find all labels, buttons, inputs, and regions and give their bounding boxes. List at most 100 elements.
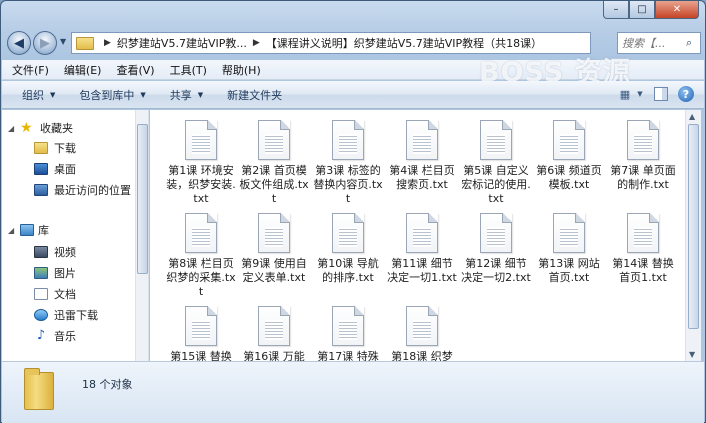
text-file-icon <box>480 213 512 253</box>
text-file-icon <box>332 120 364 160</box>
search-icon[interactable]: ⌕ <box>686 36 692 50</box>
file-item[interactable]: 第6课 频道页模板.txt <box>533 120 605 192</box>
text-lines <box>560 227 578 247</box>
file-name: 第18课 织梦的筛选... <box>391 350 453 361</box>
expand-caret-icon[interactable]: ◢ <box>8 124 20 133</box>
organize-button[interactable]: 组织 ▼ <box>22 87 55 103</box>
new-folder-button[interactable]: 新建文件夹 <box>227 87 282 103</box>
file-item[interactable]: 第5课 自定义宏标记的使用.txt <box>460 120 532 206</box>
scrollbar-thumb[interactable] <box>688 124 699 329</box>
nav-item-recent-places[interactable]: 最近访问的位置 <box>34 182 131 198</box>
thunder-download-icon <box>34 309 48 321</box>
breadcrumb-separator-icon[interactable]: ▶ <box>253 38 260 48</box>
navigation-row: ◀ ▶ ▼ ▶ 织梦建站V5.7建站VIP教... ▶ 【课程讲义说明】织梦建站… <box>7 30 701 56</box>
back-button[interactable]: ◀ <box>7 31 31 55</box>
file-name: 第6课 频道页模板.txt <box>536 164 602 191</box>
breadcrumb-separator-icon[interactable]: ▶ <box>104 38 111 48</box>
file-item[interactable]: 第4课 栏目页搜索页.txt <box>386 120 458 192</box>
nav-item-pictures[interactable]: 图片 <box>34 265 76 281</box>
nav-item-videos[interactable]: 视频 <box>34 244 76 260</box>
scroll-up-arrow-icon[interactable]: ▲ <box>689 112 695 121</box>
breadcrumb-item[interactable]: 织梦建站V5.7建站VIP教... <box>117 35 247 51</box>
file-name: 第5课 自定义宏标记的使用.txt <box>461 164 531 205</box>
file-name: 第11课 细节决定一切1.txt <box>387 257 457 284</box>
file-name: 第4课 栏目页搜索页.txt <box>389 164 455 191</box>
file-name: 第15课 替换首页2.t... <box>170 350 232 361</box>
folder-icon <box>24 368 54 410</box>
nav-item-label: 桌面 <box>54 163 76 176</box>
file-item[interactable]: 第7课 单页面的制作.txt <box>607 120 679 192</box>
file-item[interactable]: 第11课 细节决定一切1.txt <box>386 213 458 285</box>
search-input[interactable] <box>622 36 684 50</box>
file-item[interactable]: 第9课 使用自定义表单.txt <box>238 213 310 285</box>
folder-icon <box>76 36 94 50</box>
file-item[interactable]: 第17课 特殊页面的制... <box>312 306 384 361</box>
file-list-scrollbar[interactable]: ▲ ▼ <box>685 110 701 361</box>
nav-item-desktop[interactable]: 桌面 <box>34 161 76 177</box>
library-icon <box>20 224 34 236</box>
expand-caret-icon[interactable]: ◢ <box>8 226 20 235</box>
file-item[interactable]: 第13课 网站首页.txt <box>533 213 605 285</box>
nav-item-thunder-downloads[interactable]: 迅雷下载 <box>34 307 98 323</box>
file-item[interactable]: 第8课 栏目页织梦的采集.txt <box>165 213 237 299</box>
file-item[interactable]: 第3课 标签的替换内容页.txt <box>312 120 384 206</box>
include-in-library-button[interactable]: 包含到库中 ▼ <box>79 87 145 103</box>
menu-edit[interactable]: 编辑(E) <box>64 62 102 78</box>
help-icon[interactable]: ? <box>678 86 694 102</box>
pictures-library-icon <box>34 267 48 279</box>
minimize-button[interactable]: – <box>603 1 629 19</box>
text-lines <box>192 134 210 154</box>
menu-view[interactable]: 查看(V) <box>116 62 154 78</box>
recent-pages-dropdown-icon[interactable]: ▼ <box>60 37 66 46</box>
forward-button[interactable]: ▶ <box>33 31 57 55</box>
text-file-icon <box>185 306 217 346</box>
file-item[interactable]: 第14课 替换首页1.txt <box>607 213 679 285</box>
file-item[interactable]: 第2课 首页模板文件组成.txt <box>238 120 310 206</box>
file-item[interactable]: 第18课 织梦的筛选... <box>386 306 458 361</box>
documents-library-icon <box>34 288 48 300</box>
preview-pane-icon[interactable] <box>652 86 670 102</box>
libraries-group[interactable]: ◢ 库 <box>8 222 49 238</box>
menu-help[interactable]: 帮助(H) <box>222 62 261 78</box>
text-file-icon <box>258 306 290 346</box>
scroll-down-arrow-icon[interactable]: ▼ <box>689 350 695 359</box>
text-lines <box>192 320 210 340</box>
change-view-icon[interactable]: ▦ <box>616 86 634 102</box>
search-box[interactable]: ⌕ <box>617 32 701 54</box>
menu-tools[interactable]: 工具(T) <box>170 62 207 78</box>
maximize-button[interactable]: □ <box>629 1 655 19</box>
star-icon: ★ <box>20 120 33 136</box>
view-options-dropdown-icon[interactable]: ▼ <box>636 86 644 102</box>
menu-file[interactable]: 文件(F) <box>12 62 49 78</box>
preview-pane-shape <box>654 87 668 101</box>
file-item[interactable]: 第1课 环境安装，织梦安装.txt <box>165 120 237 206</box>
nav-item-documents[interactable]: 文档 <box>34 286 76 302</box>
address-bar[interactable]: ▶ 织梦建站V5.7建站VIP教... ▶ 【课程讲义说明】织梦建站V5.7建站… <box>71 32 591 54</box>
share-button[interactable]: 共享 ▼ <box>170 87 203 103</box>
file-item[interactable]: 第15课 替换首页2.t... <box>165 306 237 361</box>
text-lines <box>634 134 652 154</box>
file-name: 第3课 标签的替换内容页.txt <box>313 164 383 205</box>
navigation-scrollbar[interactable] <box>135 110 148 361</box>
nav-item-downloads[interactable]: 下载 <box>34 140 76 156</box>
close-button[interactable]: ✕ <box>655 1 699 19</box>
chevron-down-icon: ▼ <box>197 90 204 99</box>
share-label: 共享 <box>169 88 192 102</box>
text-file-icon <box>258 120 290 160</box>
file-name: 第14课 替换首页1.txt <box>612 257 674 284</box>
file-item[interactable]: 第16课 万能标签.t... <box>238 306 310 361</box>
forward-arrow-icon: ▶ <box>40 35 50 51</box>
text-file-icon <box>406 213 438 253</box>
nav-item-music[interactable]: ♪ 音乐 <box>34 328 76 344</box>
favorites-group[interactable]: ◢ ★ 收藏夹 <box>8 120 73 136</box>
details-pane: 18 个对象 <box>2 361 704 423</box>
file-name: 第17课 特殊页面的制... <box>317 350 379 361</box>
text-lines <box>413 134 431 154</box>
scrollbar-thumb[interactable] <box>137 124 148 274</box>
downloads-folder-icon <box>34 142 48 154</box>
nav-item-label: 下载 <box>54 142 76 155</box>
caption-buttons: – □ ✕ <box>603 1 699 21</box>
file-item[interactable]: 第10课 导航的排序.txt <box>312 213 384 285</box>
file-item[interactable]: 第12课 细节决定一切2.txt <box>460 213 532 285</box>
breadcrumb-item-current[interactable]: 【课程讲义说明】织梦建站V5.7建站VIP教程（共18课） <box>266 35 542 51</box>
